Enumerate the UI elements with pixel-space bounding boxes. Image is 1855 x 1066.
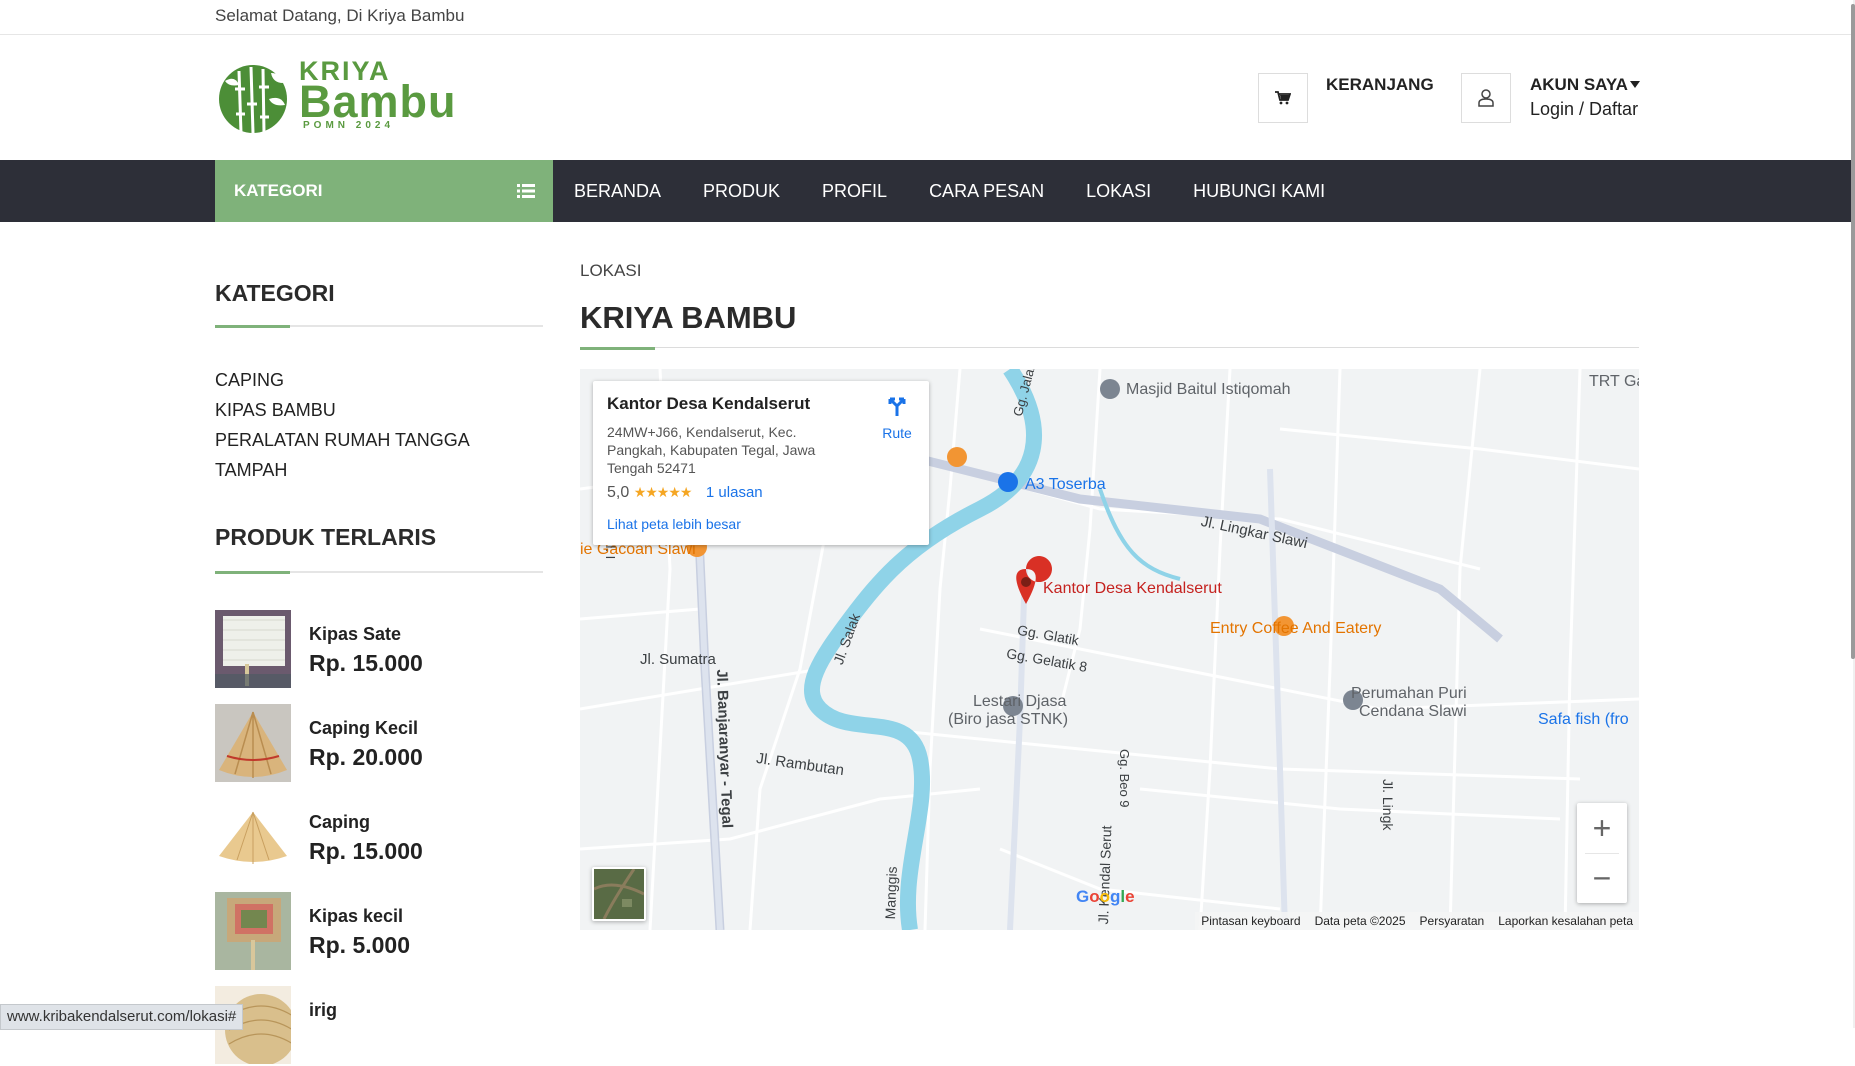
account-dropdown[interactable]: AKUN SAYA (1530, 75, 1640, 95)
cart-button[interactable] (1258, 73, 1308, 123)
category-item[interactable]: KIPAS BAMBU (215, 398, 470, 428)
caret-down-icon (1629, 81, 1640, 88)
product-price: Rp. 15.000 (309, 650, 423, 676)
directions-label: Rute (882, 425, 912, 441)
product-image[interactable] (215, 704, 291, 782)
browser-status-url: www.kribakendalserut.com/lokasi# (0, 1004, 244, 1030)
product-item[interactable]: Caping Kecil Rp. 20.000 (215, 704, 545, 784)
top-bar: Selamat Datang, Di Kriya Bambu (0, 0, 1853, 35)
welcome-text: Selamat Datang, Di Kriya Bambu (215, 6, 465, 25)
shopping-cart-icon (1275, 91, 1291, 105)
page-scrollbar-thumb[interactable] (1851, 4, 1855, 659)
directions-icon (888, 397, 906, 416)
map-label[interactable]: (Biro jasa STNK) (948, 711, 1068, 729)
map-label[interactable]: Entry Coffee And Eatery (1210, 620, 1381, 638)
bamboo-logo-icon (219, 65, 287, 134)
star-rating-icon: ★★★★★ (633, 484, 693, 500)
product-item[interactable]: Kipas Sate Rp. 15.000 (215, 610, 545, 690)
satellite-layer-toggle[interactable] (592, 867, 646, 921)
report-error-link[interactable]: Laporkan kesalahan peta (1498, 914, 1633, 928)
rating-value: 5,0 (607, 484, 630, 501)
map-label[interactable]: Lestari Djasa (973, 693, 1066, 711)
map-label: Manggis (882, 866, 900, 920)
product-name[interactable]: Kipas kecil (309, 906, 403, 927)
category-item[interactable]: CAPING (215, 368, 470, 398)
title-divider (580, 347, 1639, 350)
logo-text-pomn: POMN 2024 (303, 120, 395, 131)
map-label[interactable]: Safa fish (fro (1538, 711, 1629, 729)
place-address: 24MW+J66, Kendalserut, Kec. Pangkah, Kab… (607, 424, 816, 476)
directions-button[interactable]: Rute (877, 394, 917, 441)
kategori-menu-button[interactable]: KATEGORI (215, 160, 553, 222)
nav-lokasi[interactable]: LOKASI (1065, 160, 1172, 222)
account-button[interactable] (1461, 73, 1511, 123)
map-label: Jl. Sumatra (640, 651, 716, 668)
product-price: Rp. 20.000 (309, 744, 423, 770)
product-price: Rp. 15.000 (309, 838, 423, 864)
google-map[interactable]: Masjid Baitul Istiqomah TRT Ga A3 Toserb… (580, 369, 1639, 930)
terms-link[interactable]: Persyaratan (1420, 914, 1485, 928)
login-register-link[interactable]: Login / Daftar (1530, 99, 1638, 120)
list-icon (517, 184, 535, 198)
nav-menu: BERANDA PRODUK PROFIL CARA PESAN LOKASI … (553, 160, 1346, 222)
nav-produk[interactable]: PRODUK (682, 160, 801, 222)
nav-profil[interactable]: PROFIL (801, 160, 908, 222)
category-item[interactable]: PERALATAN RUMAH TANGGA (215, 428, 470, 458)
sidebar-divider (215, 325, 543, 328)
google-logo: Google (1076, 887, 1135, 906)
reviews-link[interactable]: 1 ulasan (706, 484, 763, 501)
map-label[interactable]: Kantor Desa Kendalserut (1043, 580, 1222, 598)
product-name[interactable]: irig (309, 1000, 337, 1021)
account-label: AKUN SAYA (1530, 75, 1628, 94)
map-label: Jl. Lingk (1380, 779, 1396, 831)
map-label[interactable]: TRT Ga (1589, 373, 1639, 391)
zoom-in-button[interactable]: + (1577, 803, 1627, 853)
place-title: Kantor Desa Kendalserut (607, 394, 811, 413)
nav-beranda[interactable]: BERANDA (553, 160, 682, 222)
breadcrumb: LOKASI (580, 261, 642, 280)
view-larger-map-link[interactable]: Lihat peta lebih besar (607, 516, 741, 532)
sidebar-kategori-heading: KATEGORI (215, 280, 335, 306)
map-label: Gg. Beo 9 (1117, 749, 1132, 808)
nav-hubungi-kami[interactable]: HUBUNGI KAMI (1172, 160, 1346, 222)
map-label[interactable]: A3 Toserba (1025, 476, 1106, 494)
product-item[interactable]: Kipas kecil Rp. 5.000 (215, 892, 545, 972)
place-rating: 5,0 ★★★★★ 1 ulasan (607, 484, 763, 502)
map-data-text: Data peta ©2025 (1314, 914, 1406, 928)
user-icon (1478, 89, 1494, 107)
sidebar-best-heading: PRODUK TERLARIS (215, 524, 437, 550)
product-name[interactable]: Caping (309, 812, 370, 833)
map-label[interactable]: Cendana Slawi (1359, 703, 1467, 721)
map-label[interactable]: Masjid Baitul Istiqomah (1126, 381, 1291, 399)
nav-cara-pesan[interactable]: CARA PESAN (908, 160, 1065, 222)
sidebar-divider (215, 571, 543, 574)
product-image[interactable] (215, 798, 291, 876)
category-list: CAPING KIPAS BAMBU PERALATAN RUMAH TANGG… (215, 368, 470, 488)
product-name[interactable]: Caping Kecil (309, 718, 418, 739)
map-label[interactable]: Perumahan Puri (1351, 685, 1467, 703)
product-item[interactable]: irig (215, 986, 545, 1066)
product-image[interactable] (215, 610, 291, 688)
product-name[interactable]: Kipas Sate (309, 624, 401, 645)
place-info-card: Kantor Desa Kendalserut 24MW+J66, Kendal… (593, 381, 929, 545)
page-title: KRIYA BAMBU (580, 300, 797, 335)
category-item[interactable]: TAMPAH (215, 458, 470, 488)
site-logo[interactable]: KRIYA Bambu POMN 2024 (215, 56, 475, 140)
keyboard-shortcuts-link[interactable]: Pintasan keyboard (1201, 914, 1300, 928)
cart-label[interactable]: KERANJANG (1326, 75, 1434, 95)
product-price: Rp. 5.000 (309, 932, 410, 958)
kategori-menu-label: KATEGORI (234, 181, 323, 200)
zoom-out-button[interactable]: − (1577, 853, 1627, 903)
product-image[interactable] (215, 892, 291, 970)
map-attribution: Pintasan keyboard Data peta ©2025 Persya… (1195, 912, 1639, 930)
zoom-controls: + − (1577, 803, 1627, 903)
product-item[interactable]: Caping Rp. 15.000 (215, 798, 545, 878)
